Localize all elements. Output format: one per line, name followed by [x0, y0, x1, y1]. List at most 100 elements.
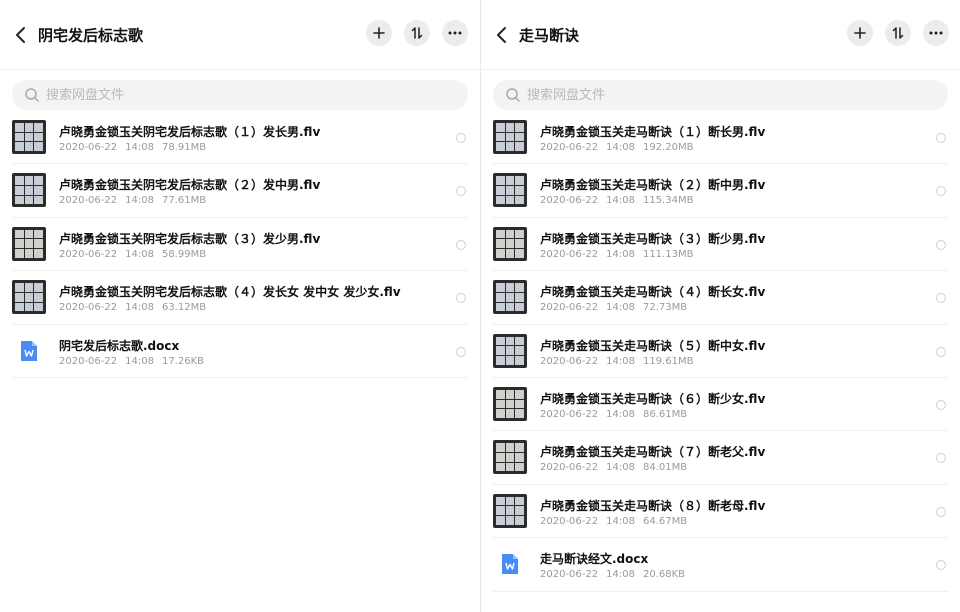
file-date: 2020-06-22	[59, 248, 118, 260]
search-icon	[506, 88, 520, 102]
select-radio[interactable]	[456, 293, 466, 304]
file-time: 14:08	[606, 248, 635, 260]
file-name: 卢晓勇金锁玉关阴宅发后标志歌（１）发长男.flv	[59, 125, 321, 139]
file-size: 84.01MB	[642, 462, 688, 474]
select-radio[interactable]	[936, 506, 946, 517]
file-time: 14:08	[606, 408, 635, 420]
file-time: 14:08	[125, 142, 154, 153]
file-time: 14:08	[606, 355, 635, 367]
file-time: 14:08	[606, 142, 635, 153]
sort-button[interactable]	[404, 20, 430, 46]
video-thumbnail	[493, 440, 527, 475]
file-name: 卢晓勇金锁玉关走马断诀（２）断中男.flv	[540, 178, 766, 193]
sort-icon	[411, 27, 423, 39]
file-name: 卢晓勇金锁玉关走马断诀（６）断少女.flv	[540, 391, 766, 406]
file-name: 卢晓勇金锁玉关阴宅发后标志歌（３）发少男.flv	[59, 231, 321, 246]
file-meta: 2020-06-22 14:08 20.68KB	[540, 569, 693, 580]
file-name: 卢晓勇金锁玉关阴宅发后标志歌（４）发长女 发中女 发少女.flv	[59, 285, 401, 300]
file-date: 2020-06-22	[59, 355, 118, 367]
file-size: 115.34MB	[642, 195, 694, 207]
sort-button[interactable]	[885, 20, 911, 46]
add-button[interactable]	[847, 20, 873, 46]
file-meta: 2020-06-22 14:08 84.01MB	[540, 462, 695, 473]
file-size: 20.68KB	[642, 569, 685, 581]
plus-icon	[854, 27, 866, 39]
search-input[interactable]	[46, 80, 426, 110]
right-panel: 走马断诀 卢晓勇金锁玉关走马断诀（１）断长男.flv 2020-06-22 14:…	[480, 0, 960, 612]
select-radio[interactable]	[936, 399, 946, 410]
file-date: 2020-06-22	[540, 142, 599, 153]
back-chevron-icon[interactable]	[12, 24, 30, 46]
file-row[interactable]: 阴宅发后标志歌.docx 2020-06-22 14:08 17.26KB	[0, 325, 480, 379]
file-row[interactable]: 卢晓勇金锁玉关走马断诀（５）断中女.flv 2020-06-22 14:08 119…	[481, 325, 960, 379]
select-radio[interactable]	[936, 346, 946, 357]
file-row[interactable]: 卢晓勇金锁玉关阴宅发后标志歌（１）发长男.flv 2020-06-22 14:08…	[0, 111, 480, 165]
file-name: 卢晓勇金锁玉关走马断诀（４）断长女.flv	[540, 285, 766, 300]
file-name: 卢晓勇金锁玉关走马断诀（５）断中女.flv	[540, 338, 766, 353]
file-time: 14:08	[606, 515, 635, 527]
file-time: 14:08	[125, 195, 154, 207]
file-size: 63.12MB	[161, 302, 207, 314]
file-meta: 2020-06-22 14:08 72.73MB	[540, 302, 695, 313]
video-thumbnail	[12, 173, 46, 208]
more-icon	[929, 31, 943, 35]
search-bar[interactable]	[493, 80, 948, 110]
video-thumbnail	[12, 226, 46, 261]
select-radio[interactable]	[936, 239, 946, 250]
select-radio[interactable]	[456, 186, 466, 197]
select-radio[interactable]	[456, 346, 466, 357]
more-button[interactable]	[442, 20, 468, 46]
file-date: 2020-06-22	[540, 195, 599, 207]
file-row[interactable]: 卢晓勇金锁玉关走马断诀（４）断长女.flv 2020-06-22 14:08 72.…	[481, 271, 960, 325]
search-bar[interactable]	[12, 80, 468, 110]
file-time: 14:08	[125, 302, 154, 314]
file-row[interactable]: 卢晓勇金锁玉关走马断诀（６）断少女.flv 2020-06-22 14:08 86.…	[481, 378, 960, 432]
file-date: 2020-06-22	[540, 248, 599, 260]
file-date: 2020-06-22	[540, 515, 599, 527]
file-date: 2020-06-22	[59, 195, 118, 207]
file-date: 2020-06-22	[540, 355, 599, 367]
file-row[interactable]: 卢晓勇金锁玉关阴宅发后标志歌（４）发长女 发中女 发少女.flv 2020-06…	[0, 271, 480, 325]
file-list: 卢晓勇金锁玉关阴宅发后标志歌（１）发长男.flv 2020-06-22 14:08…	[0, 111, 480, 379]
page-title: 走马断诀	[519, 26, 580, 45]
file-row[interactable]: 卢晓勇金锁玉关阴宅发后标志歌（３）发少男.flv 2020-06-22 14:08…	[0, 218, 480, 272]
file-size: 111.13MB	[642, 248, 694, 260]
file-row[interactable]: 卢晓勇金锁玉关走马断诀（８）断老母.flv 2020-06-22 14:08 64.…	[481, 485, 960, 539]
video-thumbnail	[493, 173, 527, 208]
file-meta: 2020-06-22 14:08 115.34MB	[540, 195, 701, 206]
file-name: 卢晓勇金锁玉关走马断诀（７）断老父.flv	[540, 445, 766, 460]
more-button[interactable]	[923, 20, 949, 46]
file-row[interactable]: 卢晓勇金锁玉关走马断诀（２）断中男.flv 2020-06-22 14:08 115…	[481, 164, 960, 219]
file-meta: 2020-06-22 14:08 63.12MB	[59, 302, 214, 313]
file-date: 2020-06-22	[540, 302, 599, 314]
video-thumbnail	[493, 120, 527, 154]
video-thumbnail	[493, 386, 527, 421]
file-size: 192.20MB	[642, 142, 694, 153]
file-size: 72.73MB	[642, 302, 688, 314]
file-date: 2020-06-22	[540, 462, 599, 474]
select-radio[interactable]	[936, 560, 946, 571]
sort-icon	[892, 27, 904, 39]
file-name: 卢晓勇金锁玉关走马断诀（３）断少男.flv	[540, 231, 766, 246]
file-time: 14:08	[606, 195, 635, 207]
select-radio[interactable]	[936, 453, 946, 464]
file-row[interactable]: 卢晓勇金锁玉关走马断诀（７）断老父.flv 2020-06-22 14:08 84.…	[481, 431, 960, 486]
search-input[interactable]	[527, 80, 907, 110]
video-thumbnail	[12, 280, 46, 315]
select-radio[interactable]	[456, 239, 466, 250]
select-radio[interactable]	[936, 293, 946, 304]
file-row[interactable]: 卢晓勇金锁玉关走马断诀（３）断少男.flv 2020-06-22 14:08 111…	[481, 218, 960, 272]
add-button[interactable]	[366, 20, 392, 46]
video-thumbnail	[12, 120, 46, 154]
file-meta: 2020-06-22 14:08 17.26KB	[59, 356, 212, 367]
select-radio[interactable]	[936, 186, 946, 197]
back-chevron-icon[interactable]	[493, 24, 511, 46]
file-date: 2020-06-22	[540, 408, 599, 420]
left-panel: 阴宅发后标志歌 卢晓勇金锁玉关阴宅发后标志歌（１）发长男.flv 2020-06…	[0, 0, 480, 612]
select-radio[interactable]	[456, 133, 466, 143]
file-row[interactable]: 卢晓勇金锁玉关走马断诀（１）断长男.flv 2020-06-22 14:08 192…	[481, 111, 960, 165]
page-title: 阴宅发后标志歌	[38, 26, 144, 45]
select-radio[interactable]	[936, 133, 946, 143]
file-row[interactable]: 走马断诀经文.docx 2020-06-22 14:08 20.68KB	[481, 538, 960, 592]
file-row[interactable]: 卢晓勇金锁玉关阴宅发后标志歌（２）发中男.flv 2020-06-22 14:08…	[0, 164, 480, 219]
